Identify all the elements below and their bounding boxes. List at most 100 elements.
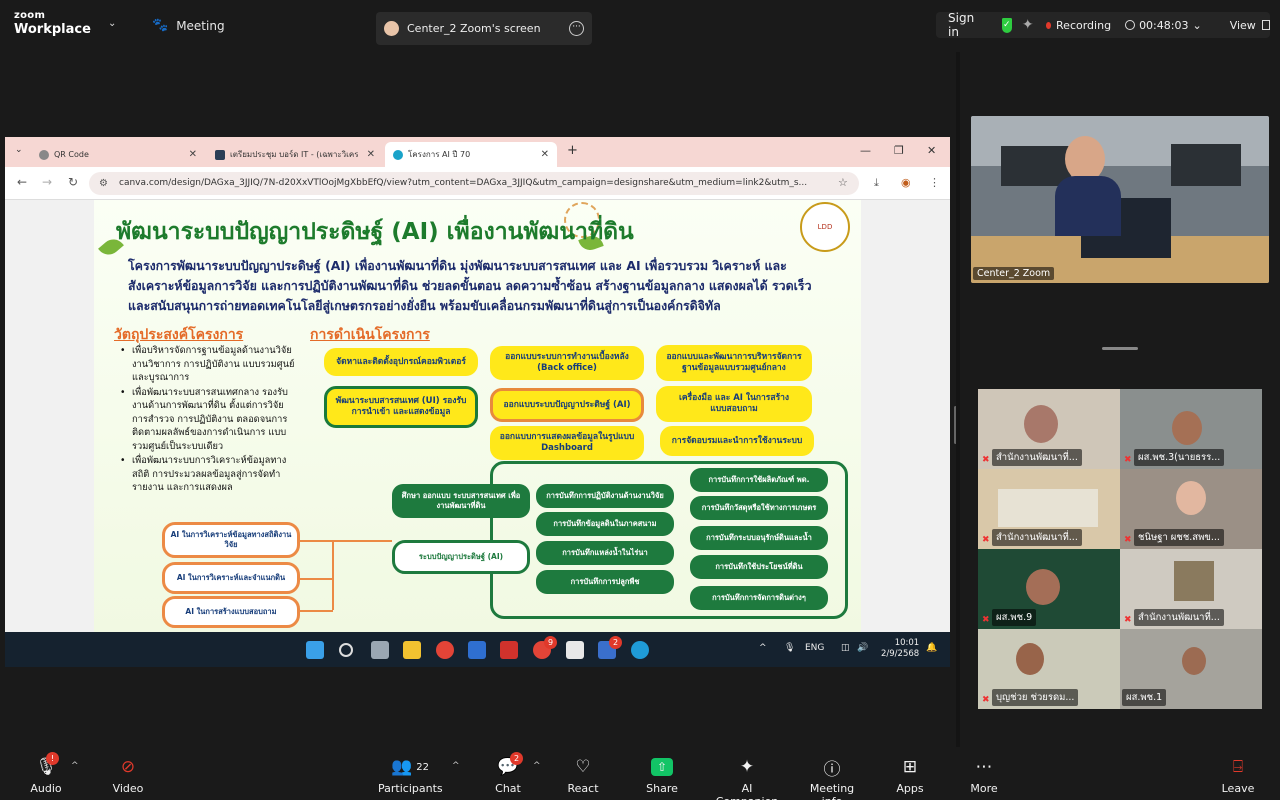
objectives-heading: วัตถุประสงค์โครงการ xyxy=(114,327,244,343)
menu-kebab-icon[interactable]: ⋮ xyxy=(929,176,940,189)
participant-tile[interactable]: ✖ ผส.พช.9 xyxy=(978,549,1120,629)
download-icon[interactable]: ⤓ xyxy=(874,176,879,190)
anydesk-icon[interactable] xyxy=(500,641,518,659)
participant-tile[interactable]: ✖ สำนักงานพัฒนาที่... xyxy=(1120,549,1262,629)
view-layout-icon[interactable] xyxy=(1261,20,1270,30)
browser-tab-ai[interactable]: โครงการ AI ปี 70 ✕ xyxy=(385,142,557,167)
chrome-icon[interactable] xyxy=(436,641,454,659)
search-icon[interactable] xyxy=(339,643,353,657)
close-tab-icon[interactable]: ✕ xyxy=(541,149,549,160)
leave-button[interactable]: ⍈ Leave xyxy=(1218,755,1258,795)
participant-name: บุญช่วย ช่วยรดม... xyxy=(992,689,1079,706)
ai-system-box: ระบบปัญญาประดิษฐ์ (AI) xyxy=(392,540,530,574)
site-settings-icon[interactable]: ⚙ xyxy=(99,172,108,195)
ai-tool-box: AI ในการสร้างแบบสอบถาม xyxy=(162,596,300,628)
participant-tile[interactable]: ✖ ชนิษฐา ผชช.สพข... xyxy=(1120,469,1262,549)
share-button[interactable]: ⇧ Share xyxy=(642,755,682,795)
chevron-up-icon[interactable]: ^ xyxy=(71,761,79,771)
panel-divider xyxy=(956,52,960,747)
minimize-icon[interactable]: — xyxy=(860,144,871,157)
encryption-shield-icon[interactable]: ✓ xyxy=(1001,17,1012,33)
connector-line xyxy=(300,540,392,542)
video-button[interactable]: ⊘ Video xyxy=(108,755,148,795)
participant-tile[interactable]: ✖ สำนักงานพัฒนาที่... xyxy=(978,469,1120,549)
chevron-up-icon[interactable]: ^ xyxy=(759,643,767,653)
close-window-icon[interactable]: ✕ xyxy=(927,144,936,157)
task-view-icon[interactable] xyxy=(371,641,389,659)
recording-label[interactable]: Recording xyxy=(1056,19,1111,32)
browser-tab-qr[interactable]: QR Code ✕ xyxy=(31,142,205,167)
drag-grip[interactable] xyxy=(1102,347,1138,350)
microphone-icon: 🎙! xyxy=(26,752,66,779)
more-button[interactable]: ⋯ More xyxy=(966,755,1002,795)
chevron-up-icon[interactable]: ^ xyxy=(533,761,541,771)
logo-top-text: zoom xyxy=(14,10,46,21)
op-item: พัฒนาระบบสารสนเทศ (UI) รองรับการนำเข้า แ… xyxy=(324,386,478,428)
meeting-tab[interactable]: 🐾 Meeting xyxy=(152,18,225,33)
room-window xyxy=(998,489,1098,527)
participant-tile[interactable]: ✖ สำนักงานพัฒนาที่... xyxy=(978,389,1120,469)
chat-button[interactable]: 💬 2 Chat xyxy=(488,752,528,795)
more-dots-icon: ⋯ xyxy=(975,757,993,777)
ai-sparkle-icon[interactable]: ✦ xyxy=(1022,17,1034,33)
ldd-seal-logo: LDD xyxy=(800,202,850,252)
windows-start-icon[interactable] xyxy=(306,641,324,659)
objectives-list: เพื่อบริหารจัดการฐานข้อมูลด้านงานวิจัย ง… xyxy=(120,344,300,496)
zoom-logo[interactable]: zoom Workplace xyxy=(14,10,91,37)
url-field[interactable]: ⚙ canva.com/design/DAGxa_3JJIQ/7N-d20XxV… xyxy=(89,172,859,195)
participants-icon: 👥 22 xyxy=(391,757,429,777)
audio-button[interactable]: 🎙! Audio xyxy=(26,752,66,795)
participants-button[interactable]: 👥 22 Participants xyxy=(378,755,443,795)
notification-bell-icon[interactable]: 🔔 xyxy=(926,643,937,653)
person-head xyxy=(1024,405,1058,443)
forward-icon[interactable]: → xyxy=(42,175,52,189)
acrobat-icon[interactable] xyxy=(566,641,584,659)
new-tab-icon[interactable]: + xyxy=(567,143,578,158)
taskbar-clock[interactable]: 10:01 2/9/2568 xyxy=(881,638,919,660)
bookmark-star-icon[interactable]: ☆ xyxy=(838,176,848,189)
mic-muted-icon: ✖ xyxy=(1124,535,1132,545)
microphone-icon[interactable]: 🎙 xyxy=(784,643,795,653)
react-button[interactable]: ♡ React xyxy=(562,755,604,795)
volume-icon[interactable]: 🔊 xyxy=(857,643,868,653)
ai-tool-box: AI ในการวิเคราะห์และจำแนกดิน xyxy=(162,562,300,594)
participant-tile[interactable]: ✖ บุญช่วย ช่วยรดม... xyxy=(978,629,1120,709)
close-tab-icon[interactable]: ✕ xyxy=(189,149,197,160)
leave-door-icon: ⍈ xyxy=(1232,757,1244,777)
shared-screen-tab[interactable]: Center_2 Zoom's screen ··· xyxy=(376,12,592,45)
participant-name: สำนักงานพัฒนาที่... xyxy=(992,449,1082,466)
url-text: canva.com/design/DAGxa_3JJIQ/7N-d20XxVTl… xyxy=(119,178,808,188)
language-indicator[interactable]: ENG xyxy=(805,643,824,653)
file-explorer-icon[interactable] xyxy=(403,641,421,659)
chat-icon: 💬 2 xyxy=(488,752,528,779)
meeting-timer[interactable]: 00:48:03 ⌄ xyxy=(1125,19,1202,32)
app-icon[interactable] xyxy=(468,641,486,659)
chevron-up-icon[interactable]: ^ xyxy=(452,761,460,771)
reload-icon[interactable]: ↻ xyxy=(68,175,78,189)
restore-icon[interactable]: ❐ xyxy=(894,144,904,157)
view-button[interactable]: View xyxy=(1230,19,1256,32)
network-icon[interactable]: ◫ xyxy=(841,643,850,653)
person-head xyxy=(1016,643,1044,675)
browser-tab-meeting[interactable]: เตรียมประชุม บอร์ด IT - (เฉพาะวิเคร ✕ xyxy=(207,142,383,167)
back-icon[interactable]: ← xyxy=(17,175,27,189)
sign-in-link[interactable]: Sign in xyxy=(948,11,980,39)
profile-icon[interactable]: ◉ xyxy=(901,176,911,189)
active-speaker-video[interactable]: Center_2 Zoom xyxy=(971,116,1269,283)
more-options-icon[interactable]: ··· xyxy=(569,21,584,36)
meeting-info-button[interactable]: ⓘ Meeting info xyxy=(800,755,864,800)
record-item: การบันทึกแหล่งน้ำในไร่นา xyxy=(536,541,674,565)
edge-icon[interactable] xyxy=(631,641,649,659)
tab-search-icon[interactable]: ⌄ xyxy=(15,145,23,155)
participant-tile[interactable]: ผส.พช.1 xyxy=(1120,629,1262,709)
close-tab-icon[interactable]: ✕ xyxy=(367,149,375,160)
paw-icon: 🐾 xyxy=(152,18,169,33)
meeting-info-label: Meeting info xyxy=(809,782,855,800)
info-icon: ⓘ xyxy=(823,759,841,780)
chevron-down-icon[interactable]: ⌄ xyxy=(108,18,116,29)
participant-tile[interactable]: ✖ ผส.พช.3(นายธรร... xyxy=(1120,389,1262,469)
participants-count: 22 xyxy=(416,761,429,773)
objective-item: เพื่อพัฒนาระบบการวิเคราะห์ข้อมูลทางสถิติ… xyxy=(120,454,300,495)
apps-button[interactable]: ⊞ Apps xyxy=(892,755,928,795)
ai-companion-button[interactable]: ✦ AI Companion xyxy=(710,755,784,800)
